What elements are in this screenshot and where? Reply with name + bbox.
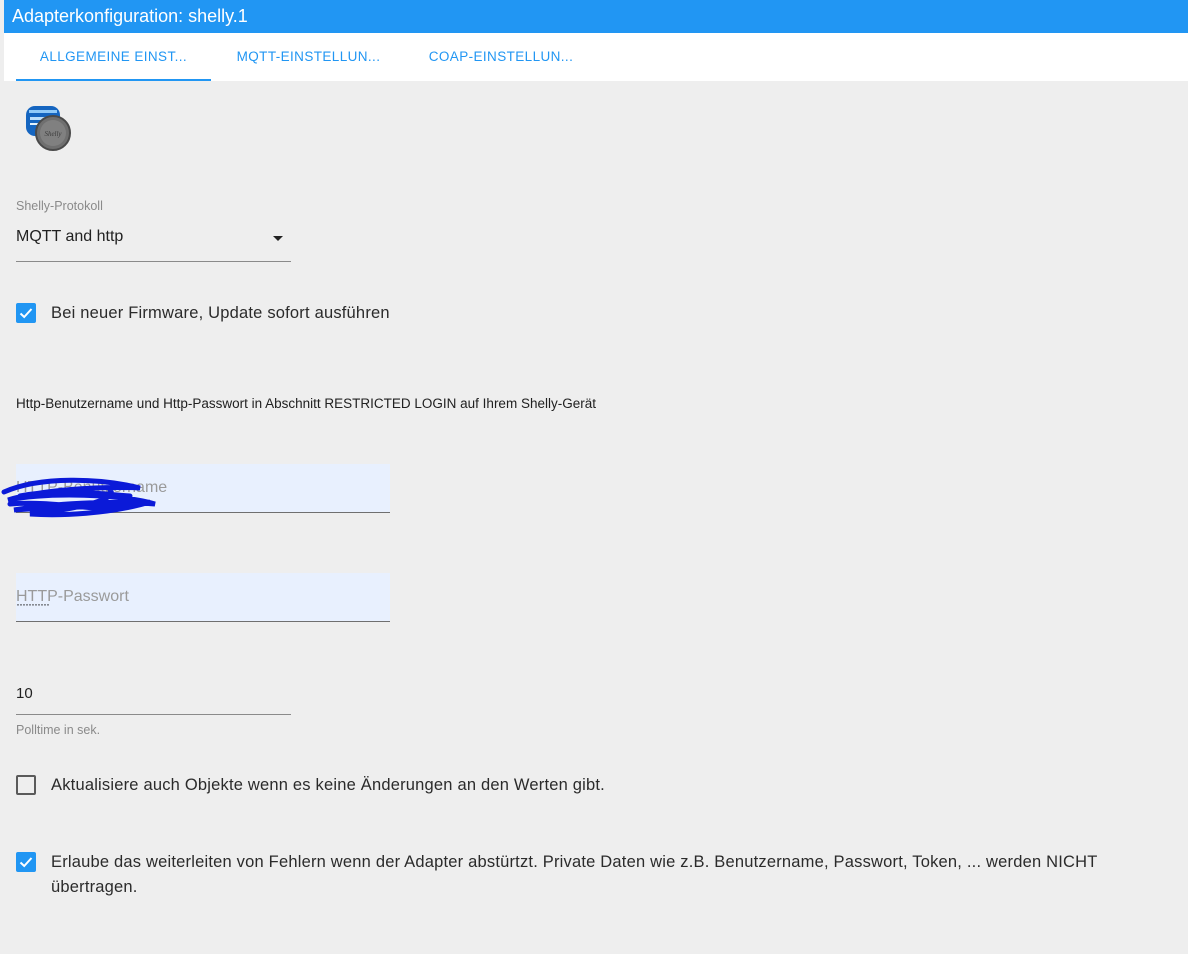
redaction-scribble [1,477,156,518]
tab-label: ALLGEMEINE EINST... [39,49,188,64]
dropdown-arrow-icon [273,236,283,241]
tab-label: MQTT-EINSTELLUN... [236,49,381,64]
polltime-input[interactable] [16,682,276,704]
error-reporting-label-line2: übertragen. [51,878,138,896]
svg-text:Shelly: Shelly [44,130,62,138]
protocol-select-value: MQTT and http [16,228,124,245]
http-password-input[interactable] [16,585,376,609]
polltime-field[interactable] [16,676,291,715]
protocol-label: Shelly-Protokoll [16,199,103,213]
tab-bar: ALLGEMEINE EINST... MQTT-EINSTELLUN... C… [4,33,1188,81]
update-unchanged-label: Aktualisiere auch Objekte wenn es keine … [51,776,605,794]
shelly-logo-icon: Shelly [24,104,74,154]
dialog-title: Adapterkonfiguration: shelly.1 [12,6,248,26]
polltime-helper-text: Polltime in sek. [16,723,101,737]
checkmark-icon [19,308,33,319]
tab-general-settings[interactable]: ALLGEMEINE EINST... [16,33,211,81]
dialog-title-bar: Adapterkonfiguration: shelly.1 [4,0,1188,33]
update-unchanged-checkbox[interactable] [16,775,36,795]
error-reporting-checkbox[interactable] [16,852,36,872]
firmware-update-label: Bei neuer Firmware, Update sofort ausfüh… [51,304,390,322]
error-reporting-label: Erlaube das weiterleiten von Fehlern wen… [51,850,1171,900]
protocol-select[interactable]: MQTT and http [16,222,291,262]
http-password-field[interactable]: ··········· [16,573,390,622]
checkmark-icon [19,857,33,868]
firmware-update-checkbox[interactable] [16,303,36,323]
http-credentials-info: Http-Benutzername und Http-Passwort in A… [16,396,596,411]
tab-label: COAP-EINSTELLUN... [428,49,574,64]
error-reporting-label-line1: Erlaube das weiterleiten von Fehlern wen… [51,853,1098,871]
tab-mqtt-settings[interactable]: MQTT-EINSTELLUN... [211,33,406,81]
tab-coap-settings[interactable]: COAP-EINSTELLUN... [406,33,596,81]
password-mask: ··········· [16,597,50,611]
